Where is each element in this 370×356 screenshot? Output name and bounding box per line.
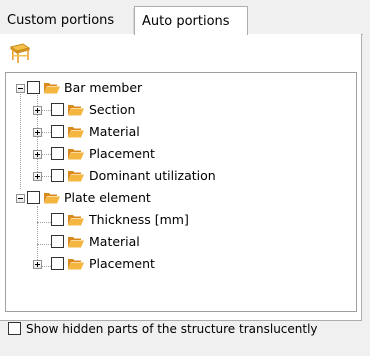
checkbox[interactable] xyxy=(51,257,64,270)
expand-toggle[interactable] xyxy=(33,260,42,269)
tree-node-thickness[interactable]: Thickness [mm] xyxy=(6,210,346,231)
portions-tree[interactable]: Bar member Section Material Placement Do… xyxy=(5,72,357,312)
tree-node-label: Placement xyxy=(89,146,155,161)
tree-node-placement[interactable]: Placement xyxy=(6,144,346,165)
tree-node-label: Material xyxy=(89,234,140,249)
folder-open-icon xyxy=(44,193,60,204)
checkbox[interactable] xyxy=(51,125,64,138)
tree-node-material[interactable]: Material xyxy=(6,122,346,143)
furniture-table-icon[interactable] xyxy=(8,41,32,65)
folder-open-icon xyxy=(68,259,84,270)
folder-open-icon xyxy=(68,237,84,248)
tree-node-section[interactable]: Section xyxy=(6,100,346,121)
collapse-toggle[interactable] xyxy=(16,84,25,93)
checkbox[interactable] xyxy=(27,81,40,94)
tree-node-plate-element[interactable]: Plate element xyxy=(6,188,346,209)
tree-node-bar-member[interactable]: Bar member xyxy=(6,78,346,99)
folder-open-icon xyxy=(68,127,84,138)
folder-open-icon xyxy=(68,171,84,182)
tab-auto-portions[interactable]: Auto portions xyxy=(134,6,248,35)
expand-toggle[interactable] xyxy=(33,172,42,181)
tree-node-label: Plate element xyxy=(64,190,151,205)
folder-open-icon xyxy=(44,83,60,94)
folder-open-icon xyxy=(68,105,84,116)
checkbox[interactable] xyxy=(51,213,64,226)
checkbox[interactable] xyxy=(27,191,40,204)
tree-node-label: Thickness [mm] xyxy=(89,212,189,227)
tree-node-label: Section xyxy=(89,102,136,117)
tree-node-material[interactable]: Material xyxy=(6,232,346,253)
folder-open-icon xyxy=(68,149,84,160)
checkbox[interactable] xyxy=(51,169,64,182)
checkbox[interactable] xyxy=(51,103,64,116)
folder-open-icon xyxy=(68,215,84,226)
checkbox[interactable] xyxy=(51,147,64,160)
tree-node-label: Bar member xyxy=(64,80,143,95)
tab-custom-portions[interactable]: Custom portions xyxy=(0,8,134,34)
tree-node-dominant-utilization[interactable]: Dominant utilization xyxy=(6,166,346,187)
collapse-toggle[interactable] xyxy=(16,194,25,203)
tree-node-label: Placement xyxy=(89,256,155,271)
show-hidden-checkbox[interactable] xyxy=(8,322,21,335)
tab-strip: Custom portions Auto portions xyxy=(0,0,370,35)
expand-toggle[interactable] xyxy=(33,106,42,115)
checkbox[interactable] xyxy=(51,235,64,248)
expand-toggle[interactable] xyxy=(33,150,42,159)
show-hidden-label: Show hidden parts of the structure trans… xyxy=(26,322,318,336)
tree-node-label: Material xyxy=(89,124,140,139)
tree-node-label: Dominant utilization xyxy=(89,168,216,183)
expand-toggle[interactable] xyxy=(33,128,42,137)
auto-portions-panel: Bar member Section Material Placement Do… xyxy=(0,34,362,321)
tree-node-placement[interactable]: Placement xyxy=(6,254,346,275)
